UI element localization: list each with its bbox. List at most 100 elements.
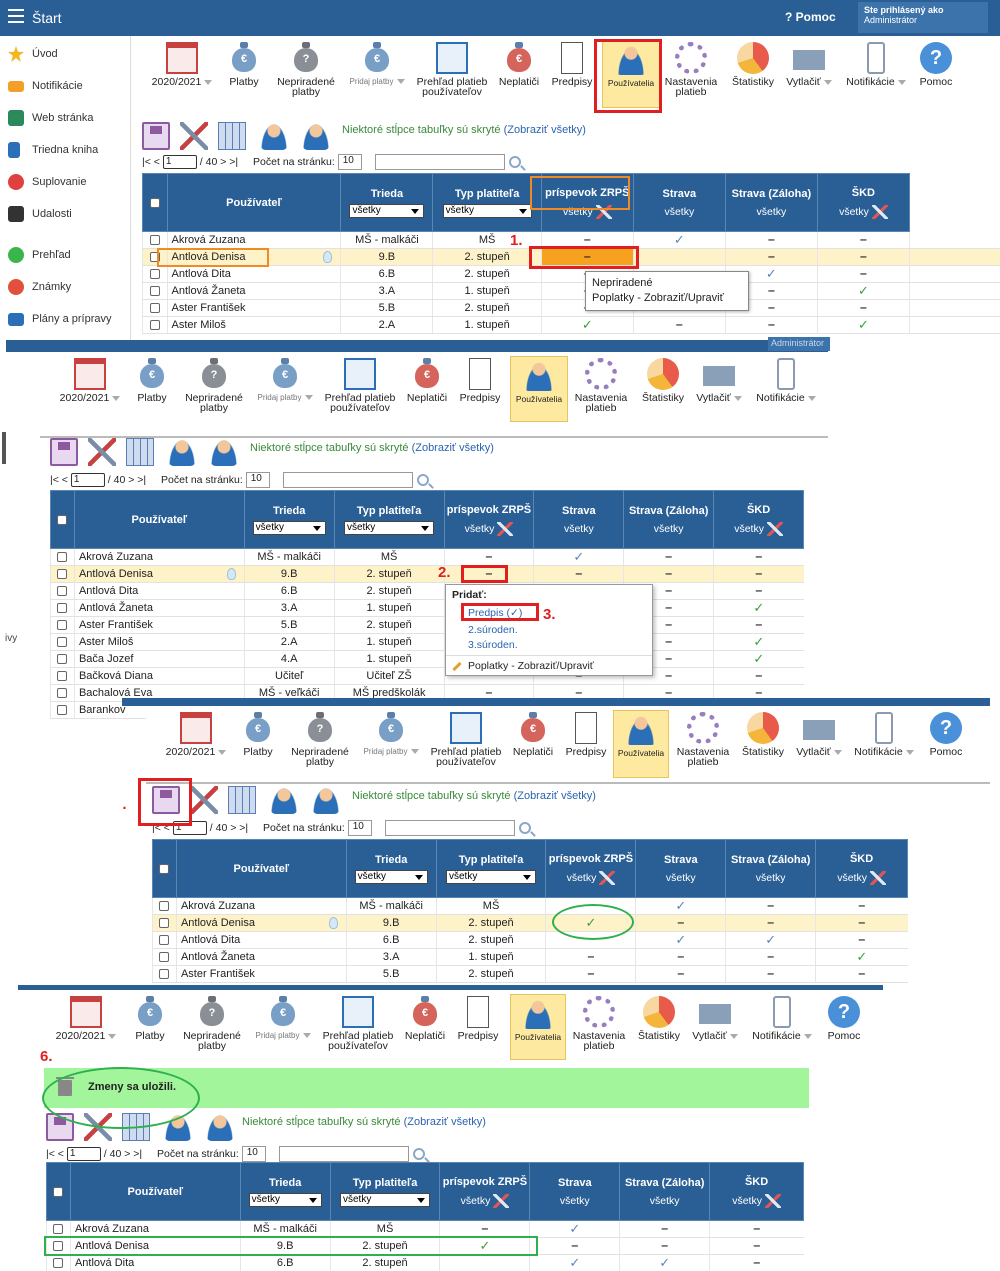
toolbar-neplatici[interactable]: € Neplatiči: [404, 358, 450, 403]
toolbar-year[interactable]: 2020/2021: [160, 712, 232, 757]
row-checkbox[interactable]: [149, 303, 160, 314]
typ-filter[interactable]: všetky: [343, 520, 435, 535]
select-all-checkbox[interactable]: [159, 863, 170, 874]
menu-icon[interactable]: [8, 9, 24, 23]
zrps-tools-icon[interactable]: [599, 870, 616, 885]
table-row[interactable]: Aster František5.B2. stupeň‒‒‒: [50, 616, 804, 634]
toolbar-nepriradene[interactable]: ? Nepriradené platby: [286, 712, 354, 767]
pager-next[interactable]: > >|: [128, 474, 146, 486]
skd-tools-icon[interactable]: [869, 870, 886, 885]
zrps-tools-icon[interactable]: [493, 1193, 510, 1208]
toolbar-vytlacit[interactable]: Vytlačiť: [784, 42, 834, 87]
menu-item-zobrazit[interactable]: Poplatky - Zobraziť/Upraviť: [452, 660, 594, 672]
toolbar-platby[interactable]: € Platby: [224, 42, 264, 87]
page-select[interactable]: 1: [70, 473, 105, 487]
toolbar-predpisy[interactable]: Predpisy: [456, 996, 500, 1041]
skd-tools-icon[interactable]: [871, 204, 888, 219]
search-input[interactable]: [384, 820, 515, 836]
show-all-link[interactable]: (Zobraziť všetky): [504, 124, 586, 136]
toolbar-pouzivatelia[interactable]: Používatelia: [510, 356, 568, 422]
typ-filter[interactable]: všetky: [442, 203, 532, 218]
toolbar-nepriradene[interactable]: ? Nepriradené platby: [178, 996, 246, 1051]
table-row[interactable]: Antlová Žaneta 3.A 1. stupeň ‒ ‒ ‒ ✓: [152, 948, 908, 966]
toolbar-pridaj[interactable]: € Pridaj platby: [344, 42, 410, 87]
toolbar-predpisy[interactable]: Predpisy: [564, 712, 608, 757]
pager-prev[interactable]: |< <: [142, 156, 160, 168]
table-row[interactable]: Akrová Zuzana MŠ - malkáči MŠ ‒ ✓ ‒ ‒: [46, 1220, 804, 1238]
table-row[interactable]: Aster Miloš 2.A 1. stupeň ✓ ‒ ‒ ✓: [142, 316, 1000, 334]
show-all-link[interactable]: (Zobraziť všetky): [412, 442, 494, 454]
user-dropdown[interactable]: Ste prihlásený ako Administrátor: [858, 2, 988, 33]
toolbar-platby[interactable]: € Platby: [238, 712, 278, 757]
search-icon[interactable]: [416, 474, 429, 486]
toolbar-pridaj[interactable]: € Pridaj platby: [250, 996, 316, 1041]
col-user[interactable]: Používateľ: [73, 490, 245, 549]
toolbar-pomoc[interactable]: ? Pomoc: [916, 42, 956, 87]
search-input[interactable]: [278, 1146, 409, 1162]
pager-next[interactable]: > >|: [230, 822, 248, 834]
tools-icon[interactable]: [190, 786, 218, 814]
toolbar-nastavenia[interactable]: Nastavenia platieb: [674, 712, 732, 767]
toolbar-nastavenia[interactable]: Nastavenia platieb: [572, 358, 630, 413]
typ-filter[interactable]: všetky: [339, 1192, 431, 1207]
table-row[interactable]: Antlová Žaneta3.A1. stupeň‒‒✓: [50, 599, 804, 617]
toolbar-statistiky[interactable]: Štatistiky: [738, 712, 788, 757]
table-row[interactable]: Antlová Denisa 9.B 2. stupeň ‒ ‒ ‒ ‒: [50, 565, 804, 583]
pager-prev[interactable]: |< <: [50, 474, 68, 486]
toolbar-vytlacit[interactable]: Vytlačiť: [694, 358, 744, 403]
toolbar-pridaj[interactable]: € Pridaj platby: [252, 358, 318, 403]
columns-icon[interactable]: [228, 786, 256, 814]
pager-next[interactable]: > >|: [220, 156, 238, 168]
page-select[interactable]: 1: [66, 1147, 101, 1161]
search-icon[interactable]: [508, 156, 521, 168]
toolbar-platby[interactable]: € Platby: [130, 996, 170, 1041]
toolbar-nastavenia[interactable]: Nastavenia platieb: [662, 42, 720, 97]
search-icon[interactable]: [518, 822, 531, 834]
toolbar-statistiky[interactable]: Štatistiky: [728, 42, 778, 87]
columns-icon[interactable]: [126, 438, 154, 466]
skd-tools-icon[interactable]: [764, 1193, 781, 1208]
toolbar-year[interactable]: 2020/2021: [146, 42, 218, 87]
user-add-icon[interactable]: [312, 786, 340, 814]
table-row[interactable]: Aster Miloš2.A1. stupeň‒‒✓: [50, 633, 804, 651]
toolbar-neplatici[interactable]: € Neplatiči: [496, 42, 542, 87]
user-check-icon[interactable]: [270, 786, 298, 814]
col-user[interactable]: Používateľ: [69, 1162, 241, 1221]
search-icon[interactable]: [412, 1148, 425, 1160]
toolbar-neplatici[interactable]: € Neplatiči: [402, 996, 448, 1041]
toolbar-pomoc[interactable]: ? Pomoc: [824, 996, 864, 1041]
toolbar-nepriradene[interactable]: ? Nepriradené platby: [272, 42, 340, 97]
menu-item-3-surodenec[interactable]: 3.súroden.: [468, 639, 518, 651]
toolbar-platby[interactable]: € Platby: [132, 358, 172, 403]
trieda-filter[interactable]: všetky: [354, 869, 428, 884]
toolbar-prehlad[interactable]: Prehľad platieb používateľov: [318, 996, 398, 1051]
toolbar-nastavenia[interactable]: Nastavenia platieb: [570, 996, 628, 1051]
tools-icon[interactable]: [180, 122, 208, 150]
trieda-filter[interactable]: všetky: [349, 203, 425, 218]
toolbar-nepriradene[interactable]: ? Nepriradené platby: [180, 358, 248, 413]
toolbar-statistiky[interactable]: Štatistiky: [634, 996, 684, 1041]
user-check-icon[interactable]: [168, 438, 196, 466]
toolbar-pouzivatelia[interactable]: Používatelia: [510, 994, 566, 1060]
table-row[interactable]: Antlová Denisa 9.B 2. stupeň ✓ ‒ ‒ ‒: [152, 914, 908, 932]
table-row[interactable]: Antlová Žaneta3.A1. stupeň‒‒✓: [142, 282, 1000, 300]
toolbar-prehlad[interactable]: Prehľad platieb používateľov: [426, 712, 506, 767]
toolbar-pouzivatelia[interactable]: Používatelia: [613, 710, 669, 778]
user-add-icon[interactable]: [210, 438, 238, 466]
per-page-input[interactable]: 10: [241, 1146, 266, 1162]
toolbar-year[interactable]: 2020/2021: [54, 358, 126, 403]
toolbar-neplatici[interactable]: € Neplatiči: [510, 712, 556, 757]
table-row[interactable]: Akrová Zuzana MŠ - malkáči MŠ ‒ ✓ ‒ ‒: [50, 548, 804, 566]
toolbar-predpisy[interactable]: Predpisy: [458, 358, 502, 403]
table-row[interactable]: Bačková Diana Učiteľ Učiteľ ZŠ ‒ ‒ ‒: [50, 667, 804, 685]
toolbar-pomoc[interactable]: ? Pomoc: [926, 712, 966, 757]
zrps-tools-icon[interactable]: [497, 521, 514, 536]
toolbar-notifikacie[interactable]: Notifikácie: [850, 712, 918, 757]
toolbar-year[interactable]: 2020/2021: [50, 996, 122, 1041]
save-icon[interactable]: [50, 438, 78, 466]
user-check-icon[interactable]: [260, 122, 288, 150]
save-icon[interactable]: [142, 122, 170, 150]
user-add-icon[interactable]: [206, 1113, 234, 1141]
toolbar-vytlacit[interactable]: Vytlačiť: [690, 996, 740, 1041]
table-row[interactable]: Aster František5.B2. stupeň‒‒‒‒: [142, 299, 1000, 317]
